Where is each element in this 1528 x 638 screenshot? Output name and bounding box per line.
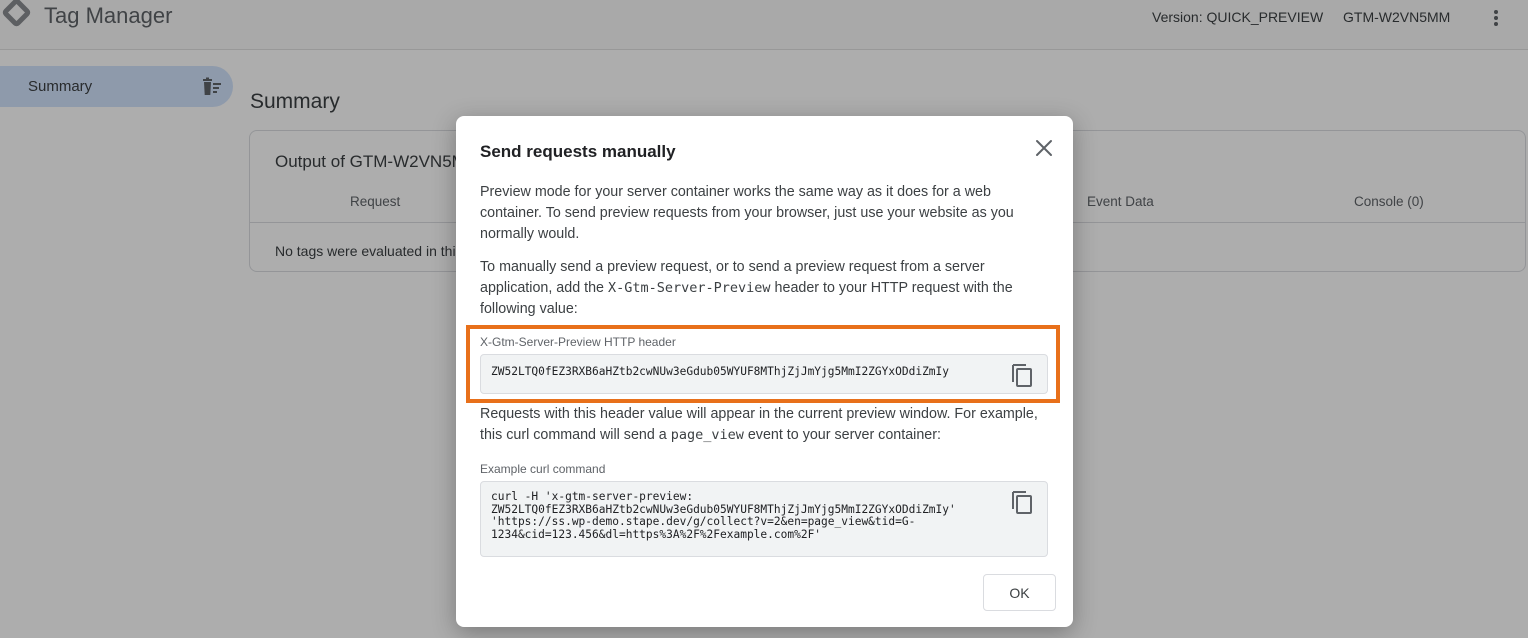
copy-icon[interactable] bbox=[1010, 361, 1036, 389]
dialog-curl-explanation: Requests with this header value will app… bbox=[480, 406, 1038, 443]
dialog-instructions-text: To manually send a preview request, or t… bbox=[480, 259, 1013, 317]
event-name-code: page_view bbox=[670, 427, 744, 443]
curl-field-label: Example curl command bbox=[480, 462, 606, 476]
curl-command-field[interactable]: curl -H 'x-gtm-server-preview: ZW52LTQ0f… bbox=[480, 481, 1048, 557]
ok-button[interactable]: OK bbox=[983, 574, 1056, 611]
curl-line: curl -H 'x-gtm-server-preview: bbox=[491, 490, 694, 503]
header-field-label: X-Gtm-Server-Preview HTTP header bbox=[480, 335, 676, 349]
curl-line: 'https://ss.wp-demo.stape.dev/g/collect?… bbox=[491, 515, 916, 528]
close-icon[interactable] bbox=[1031, 135, 1057, 161]
dialog-title: Send requests manually bbox=[480, 142, 676, 161]
dialog-intro-text: Preview mode for your server container w… bbox=[480, 184, 1014, 242]
send-requests-dialog: Send requests manually Preview mode for … bbox=[456, 116, 1073, 627]
header-value-field[interactable]: ZW52LTQ0fEZ3RXB6aHZtb2cwNUw3eGdub05WYUF8… bbox=[480, 354, 1048, 394]
curl-line: 1234&cid=123.456&dl=https%3A%2F%2Fexampl… bbox=[491, 527, 822, 541]
header-name-code: X-Gtm-Server-Preview bbox=[608, 280, 771, 296]
copy-icon[interactable] bbox=[1010, 488, 1036, 516]
